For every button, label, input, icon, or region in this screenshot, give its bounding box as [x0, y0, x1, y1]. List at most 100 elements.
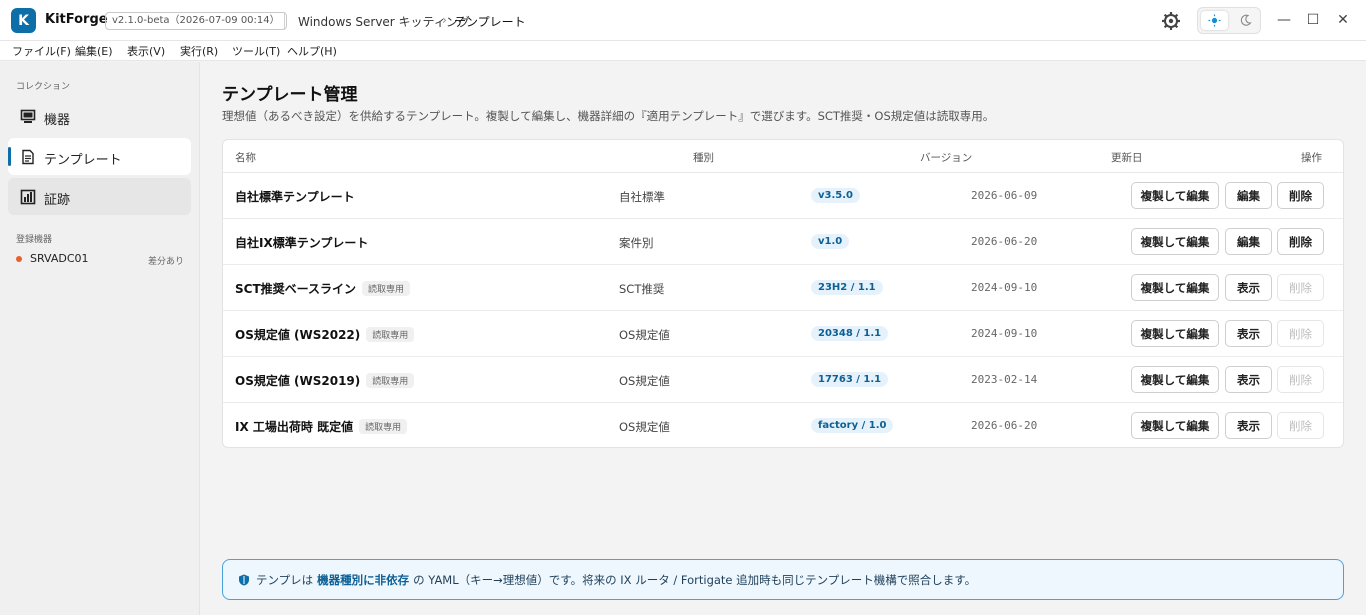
edit-button[interactable]: 編集: [1225, 228, 1272, 255]
device-name[interactable]: SRVADC01: [30, 252, 89, 265]
template-kind: OS規定値: [619, 420, 670, 434]
version-pill: 17763 / 1.1: [811, 372, 889, 387]
theme-toggle[interactable]: [1197, 7, 1261, 34]
page-description: 理想値（あるべき設定）を供給するテンプレート。複製して編集し、機器詳細の『適用テ…: [222, 109, 995, 123]
delete-button: 削除: [1277, 320, 1324, 347]
template-name-text: IX 工場出荷時 既定値: [235, 420, 354, 434]
template-name: 自社標準テンプレート: [235, 188, 355, 205]
column-header-updated: 更新日: [1111, 152, 1143, 164]
device-diff-badge: 差分あり: [148, 257, 185, 267]
template-name-text: OS規定値 (WS2019): [235, 374, 361, 388]
info-text-prefix: テンプレは: [256, 572, 314, 587]
table-row[interactable]: OS規定値 (WS2019) 読取専用 OS規定値 17763 / 1.1 2023-0…: [223, 357, 1343, 403]
sidebar-item-label: テンプレート: [44, 153, 122, 168]
template-name-text: 自社標準テンプレート: [235, 190, 355, 204]
readonly-badge: 読取専用: [366, 373, 415, 388]
sidebar-item-label: 機器: [44, 113, 71, 128]
dark-theme-button[interactable]: [1232, 11, 1259, 30]
template-kind: 自社標準: [619, 190, 665, 204]
version-pill: v3.5.0: [811, 188, 860, 203]
breadcrumb-separator-icon: ›: [442, 13, 447, 27]
updated-date: 2026-06-20: [971, 235, 1038, 248]
sidebar-item-label: 証跡: [44, 193, 71, 208]
template-name: OS規定値 (WS2022) 読取専用: [235, 326, 415, 343]
delete-button[interactable]: 削除: [1277, 228, 1324, 255]
version-pill: 20348 / 1.1: [811, 326, 889, 341]
template-name-text: OS規定値 (WS2022): [235, 328, 361, 342]
delete-button[interactable]: 削除: [1277, 182, 1324, 209]
column-header-name: 名称: [235, 152, 256, 164]
menu-edit[interactable]: 編集(E): [75, 43, 113, 59]
readonly-badge: 読取専用: [366, 327, 415, 342]
moon-icon: [1240, 14, 1252, 26]
light-theme-button[interactable]: [1201, 11, 1228, 30]
chart-icon: [20, 189, 36, 205]
template-table: 名称 種別 バージョン 更新日 操作 自社標準テンプレート 自社標準 v3.5.0 2…: [222, 139, 1344, 448]
template-kind: SCT推奨: [619, 282, 665, 296]
table-row[interactable]: OS規定値 (WS2022) 読取専用 OS規定値 20348 / 1.1 2024-0…: [223, 311, 1343, 357]
maximize-button[interactable]: ☐: [1303, 10, 1323, 30]
updated-date: 2026-06-20: [971, 419, 1038, 432]
view-button[interactable]: 表示: [1225, 366, 1272, 393]
shield-icon: [239, 574, 249, 585]
column-header-version: バージョン: [920, 152, 973, 164]
view-button[interactable]: 表示: [1225, 274, 1272, 301]
readonly-badge: 読取専用: [362, 281, 411, 296]
table-row[interactable]: 自社IX標準テンプレート 案件別 v1.0 2026-06-20 複製して編集 編集 削除: [223, 219, 1343, 265]
template-kind: 案件別: [619, 236, 654, 250]
close-button[interactable]: ✕: [1333, 10, 1353, 30]
template-kind: OS規定値: [619, 328, 670, 342]
duplicate-edit-button[interactable]: 複製して編集: [1131, 228, 1219, 255]
sidebar: コレクション 機器 テンプレート 証跡 登録機器 SRVADC01 差分あり: [0, 62, 200, 615]
info-text-suffix: の YAML（キー→理想値）です。将来の IX ルータ / Fortigate …: [413, 572, 977, 587]
view-button[interactable]: 表示: [1225, 320, 1272, 347]
column-header-kind: 種別: [693, 152, 714, 164]
section-devices: 登録機器: [16, 235, 53, 245]
template-name: OS規定値 (WS2019) 読取専用: [235, 372, 415, 389]
template-kind: OS規定値: [619, 374, 670, 388]
app-name: KitForge: [45, 12, 108, 27]
menu-bar: ファイル(F) 編集(E) 表示(V) 実行(R) ツール(T) ヘルプ(H): [0, 41, 1366, 61]
duplicate-edit-button[interactable]: 複製して編集: [1131, 182, 1219, 209]
updated-date: 2023-02-14: [971, 373, 1038, 386]
table-row[interactable]: IX 工場出荷時 既定値 読取専用 OS規定値 factory / 1.0 2026-0…: [223, 403, 1343, 447]
duplicate-edit-button[interactable]: 複製して編集: [1131, 366, 1219, 393]
template-name: IX 工場出荷時 既定値 読取専用: [235, 418, 408, 435]
device-status-dot: [16, 256, 22, 262]
page-title: テンプレート管理: [222, 85, 358, 105]
duplicate-edit-button[interactable]: 複製して編集: [1131, 320, 1219, 347]
updated-date: 2026-06-09: [971, 189, 1038, 202]
sidebar-item-templates[interactable]: テンプレート: [8, 138, 191, 175]
table-row[interactable]: SCT推奨ベースライン 読取専用 SCT推奨 23H2 / 1.1 2024-09-10…: [223, 265, 1343, 311]
template-name: 自社IX標準テンプレート: [235, 234, 368, 251]
gear-icon[interactable]: [1161, 11, 1181, 31]
sun-icon: [1208, 14, 1221, 27]
title-bar: K KitForge v2.1.0-beta（2026-07-09 00:14）…: [0, 0, 1366, 41]
version-badge: v2.1.0-beta（2026-07-09 00:14）: [105, 12, 287, 30]
template-name-text: 自社IX標準テンプレート: [235, 236, 369, 250]
view-button[interactable]: 表示: [1225, 412, 1272, 439]
edit-button[interactable]: 編集: [1225, 182, 1272, 209]
template-name-text: SCT推奨ベースライン: [235, 282, 357, 296]
app-logo: K: [11, 8, 36, 33]
updated-date: 2024-09-10: [971, 281, 1038, 294]
info-banner: テンプレは 機器種別に非依存 の YAML（キー→理想値）です。将来の IX ル…: [222, 559, 1344, 600]
version-pill: factory / 1.0: [811, 418, 894, 433]
section-collection: コレクション: [16, 82, 71, 92]
duplicate-edit-button[interactable]: 複製して編集: [1131, 412, 1219, 439]
delete-button: 削除: [1277, 366, 1324, 393]
duplicate-edit-button[interactable]: 複製して編集: [1131, 274, 1219, 301]
menu-help[interactable]: ヘルプ(H): [287, 43, 337, 59]
title-divider: [284, 12, 285, 30]
info-text-strong: 機器種別に非依存: [317, 572, 410, 587]
server-icon: [20, 109, 36, 123]
menu-tools[interactable]: ツール(T): [232, 43, 280, 59]
table-row[interactable]: 自社標準テンプレート 自社標準 v3.5.0 2026-06-09 複製して編集 編集 削除: [223, 173, 1343, 219]
menu-run[interactable]: 実行(R): [180, 43, 218, 59]
sidebar-item-evidence[interactable]: 証跡: [8, 178, 191, 215]
delete-button: 削除: [1277, 412, 1324, 439]
minimize-button[interactable]: —: [1274, 10, 1294, 30]
sidebar-item-devices[interactable]: 機器: [8, 98, 191, 135]
menu-file[interactable]: ファイル(F): [12, 43, 71, 59]
menu-view[interactable]: 表示(V): [127, 43, 165, 59]
